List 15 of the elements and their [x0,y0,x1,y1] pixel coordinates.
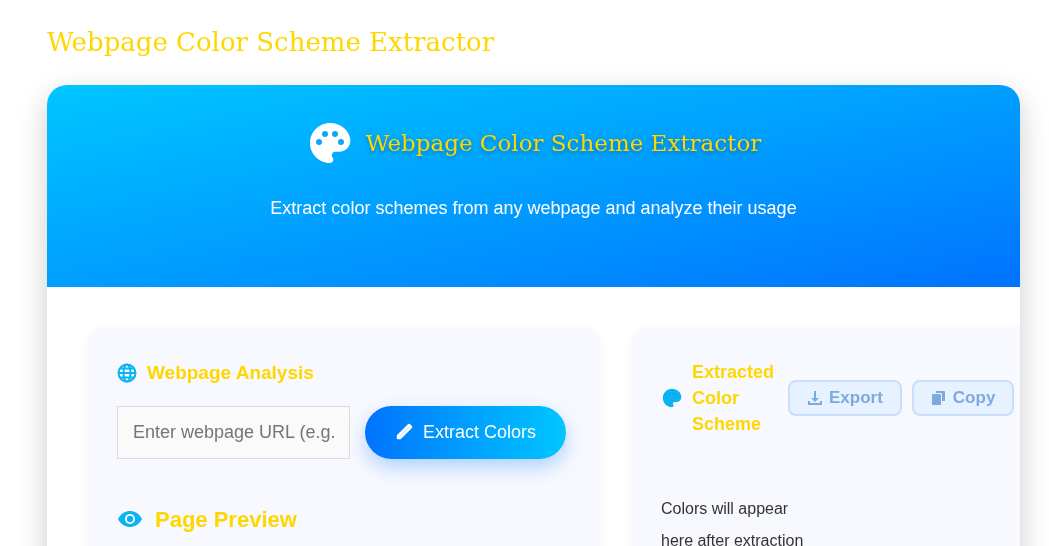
section-title: Page Preview [155,505,297,534]
url-input-field[interactable]: Enter webpage URL (e.g. [117,405,350,459]
copy-icon [930,390,947,406]
palette-icon [661,387,683,409]
globe-icon [117,363,137,384]
download-icon [807,390,823,406]
section-title: Webpage Analysis [147,361,314,385]
empty-message: Colors will appear here after extraction [661,499,805,546]
section-title: Extracted Color Scheme [692,361,776,436]
pencil-icon [395,423,413,441]
header-subtitle: Extract color schemes from any webpage and analyze their usage [270,197,797,220]
extract-colors-button[interactable]: Extract Colors [365,405,567,459]
page-title: Webpage Color Scheme Extractor [47,26,495,59]
header-title: Webpage Color Scheme Extractor [365,128,762,158]
eye-icon [117,510,143,528]
